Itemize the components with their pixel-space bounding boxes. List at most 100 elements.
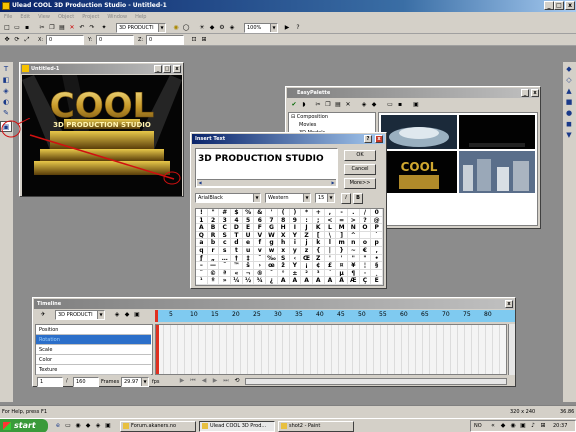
char-cell[interactable]: ° — [277, 269, 290, 278]
char-cell[interactable]: ¨ — [196, 269, 208, 278]
palette-paste-icon[interactable]: ▤ — [334, 101, 342, 109]
char-cell[interactable]: ' — [336, 254, 348, 263]
char-cell[interactable]: ´ — [324, 269, 337, 278]
char-cell[interactable]: ¯ — [266, 269, 278, 278]
tree-item-composition[interactable]: ⊟ Composition — [289, 113, 375, 121]
thumbnail-3[interactable]: COOL — [381, 151, 457, 193]
timeline-title-bar[interactable]: Timeline x — [34, 299, 514, 309]
insert-text-title-bar[interactable]: Insert Text ? x — [192, 134, 385, 144]
palette-cut-icon[interactable]: ✂ — [314, 101, 322, 109]
first-frame-icon[interactable]: ⏮ — [189, 377, 197, 385]
char-cell[interactable]: ª — [219, 269, 232, 278]
shape-tool-icon[interactable]: ◧ — [0, 75, 12, 86]
char-cell[interactable]: Ç — [359, 277, 372, 285]
italic-button[interactable]: I — [341, 193, 351, 204]
document-title-bar[interactable]: Untitled-1 _ □ x — [21, 64, 182, 74]
char-cell[interactable]: _ — [359, 231, 372, 240]
char-cell[interactable]: > — [347, 216, 360, 225]
char-cell[interactable]: Z — [301, 231, 313, 240]
menu-edit[interactable]: Edit — [16, 12, 34, 22]
timeline-vscrollbar[interactable] — [508, 324, 515, 375]
document-close-button[interactable]: x — [173, 65, 181, 73]
char-cell[interactable]: \ — [324, 231, 337, 240]
char-cell[interactable]: z — [301, 246, 313, 255]
char-cell[interactable]: I — [289, 224, 302, 232]
char-cell[interactable]: Â — [301, 277, 313, 285]
apply-icon[interactable]: ✔ — [290, 101, 298, 109]
char-cell[interactable]: 8 — [277, 216, 290, 225]
document-minimize-button[interactable]: _ — [154, 65, 162, 73]
char-cell[interactable]: 2 — [207, 216, 220, 225]
new-icon[interactable]: □ — [3, 24, 11, 32]
char-cell[interactable]: … — [219, 254, 232, 263]
char-cell[interactable]: X — [277, 231, 290, 240]
char-cell[interactable]: ? — [359, 216, 372, 225]
more-button[interactable]: More>> — [344, 178, 376, 189]
char-cell[interactable]: 9 — [289, 216, 302, 225]
char-cell[interactable]: ¼ — [231, 277, 243, 285]
char-cell[interactable]: „ — [207, 254, 220, 263]
char-cell[interactable]: ¦ — [359, 262, 372, 270]
char-cell[interactable]: R — [207, 231, 220, 240]
drop-icon[interactable]: ◗ — [300, 101, 308, 109]
x-field[interactable]: 0 — [46, 35, 84, 45]
char-cell[interactable]: T — [231, 231, 243, 240]
geometry-tool-icon[interactable]: ◈ — [0, 86, 12, 97]
char-cell[interactable]: ¿ — [266, 277, 278, 285]
thumbnail-4[interactable] — [459, 151, 535, 193]
char-cell[interactable]: ˆ — [254, 254, 267, 263]
ring-icon[interactable]: ◯ — [182, 24, 190, 32]
track-position[interactable]: Position — [36, 325, 151, 335]
char-cell[interactable]: § — [371, 262, 383, 270]
loop-icon[interactable]: ⟲ — [233, 377, 241, 385]
attribute-icon-2[interactable]: ◇ — [563, 75, 575, 86]
char-cell[interactable]: ˜ — [219, 262, 232, 270]
char-cell[interactable]: w — [266, 246, 278, 255]
char-cell[interactable]: S — [219, 231, 232, 240]
easypalette-title-bar[interactable]: EasyPalette _ x — [287, 88, 539, 98]
char-cell[interactable]: m — [336, 239, 348, 247]
char-cell[interactable]: ( — [277, 209, 290, 217]
menu-help[interactable]: Help — [131, 12, 150, 22]
char-cell[interactable]: & — [254, 209, 267, 217]
char-cell[interactable]: | — [324, 246, 337, 255]
palette-copy-icon[interactable]: ❐ — [324, 101, 332, 109]
network-icon[interactable]: ⊞ — [539, 422, 547, 430]
char-cell[interactable]: À — [277, 277, 290, 285]
char-cell[interactable]: ‰ — [266, 254, 278, 263]
char-cell[interactable]: ` — [371, 231, 383, 240]
char-cell[interactable]: " — [359, 254, 372, 263]
track-scale[interactable]: Scale — [36, 345, 151, 355]
char-cell[interactable]: Å — [336, 277, 348, 285]
char-cell[interactable]: ¾ — [254, 277, 267, 285]
char-cell[interactable]: E — [242, 224, 255, 232]
fps-select[interactable]: 29.97 ▼ — [121, 377, 149, 387]
char-cell[interactable]: 6 — [254, 216, 267, 225]
palette-delete-icon[interactable]: ✕ — [344, 101, 352, 109]
tray-icon-1[interactable]: ◆ — [499, 422, 507, 430]
tool-icon[interactable]: ◈ — [228, 24, 236, 32]
char-cell[interactable]: q — [196, 246, 208, 255]
save-icon[interactable]: ▪ — [23, 24, 31, 32]
undo-icon[interactable]: ↶ — [78, 24, 86, 32]
char-cell[interactable]: ½ — [242, 277, 255, 285]
taskbar-item-paint[interactable]: shot2 - Paint — [278, 421, 354, 432]
play-icon[interactable]: ▶ — [178, 377, 186, 385]
char-cell[interactable]: Á — [289, 277, 302, 285]
timeline-tool2-icon[interactable]: ◆ — [123, 311, 131, 319]
char-cell[interactable]: ± — [289, 269, 302, 278]
menu-project[interactable]: Project — [78, 12, 103, 22]
char-cell[interactable]: ' — [266, 209, 278, 217]
tray-language[interactable]: NO — [474, 423, 482, 429]
char-cell[interactable]: L — [324, 224, 337, 232]
char-cell[interactable]: } — [336, 246, 348, 255]
easypalette-close-button[interactable]: x — [531, 89, 539, 97]
total-frames-field[interactable]: 160 — [73, 377, 99, 387]
char-cell[interactable]: 4 — [231, 216, 243, 225]
char-cell[interactable]: s — [219, 246, 232, 255]
char-cell[interactable]: † — [231, 254, 243, 263]
timeline-close-button[interactable]: x — [505, 300, 513, 308]
render-icon[interactable]: ▶ — [283, 24, 291, 32]
char-cell[interactable]: ž — [277, 262, 290, 270]
char-cell[interactable]: M — [336, 224, 348, 232]
